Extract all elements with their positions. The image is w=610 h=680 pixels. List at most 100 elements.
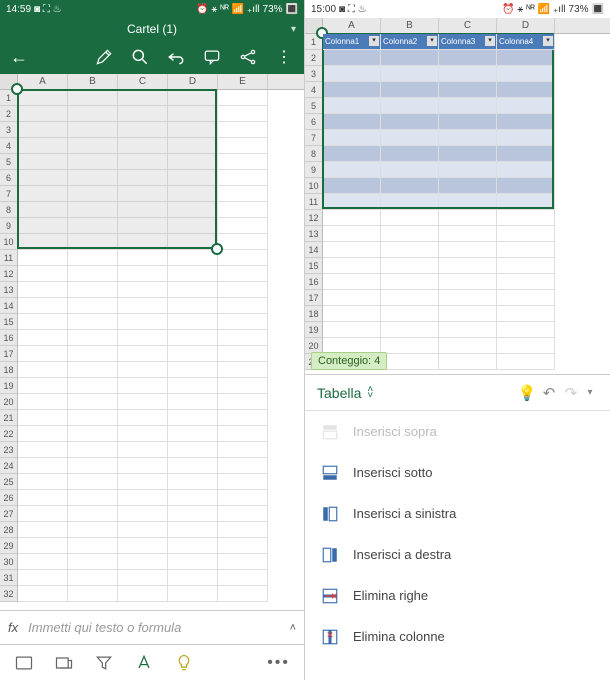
cell[interactable] [168,522,218,538]
cell[interactable] [323,146,381,162]
cell[interactable] [18,266,68,282]
cell[interactable] [18,122,68,138]
undo-icon[interactable]: ↶ [538,384,560,402]
row-header[interactable]: 9 [305,162,323,178]
cell[interactable] [218,442,268,458]
row-header[interactable]: 6 [305,114,323,130]
row-header[interactable]: 15 [305,258,323,274]
ideas-icon[interactable] [174,653,194,673]
cell[interactable] [497,82,555,98]
cell[interactable] [168,474,218,490]
table-header-cell[interactable]: Colonna2▾ [381,34,439,50]
cell[interactable] [168,138,218,154]
cell[interactable] [218,522,268,538]
cell[interactable] [218,250,268,266]
selection-handle-br[interactable] [211,243,223,255]
cell[interactable] [218,474,268,490]
row-header[interactable]: 23 [0,442,18,458]
cell[interactable] [68,362,118,378]
cell[interactable] [68,266,118,282]
cell[interactable] [18,570,68,586]
cell[interactable] [497,66,555,82]
cell[interactable] [68,154,118,170]
cell[interactable] [118,570,168,586]
cell[interactable] [168,570,218,586]
column-header[interactable]: A [18,74,68,89]
row-header[interactable]: 19 [305,322,323,338]
cell[interactable] [381,178,439,194]
row-header[interactable]: 13 [0,282,18,298]
cell[interactable] [323,274,381,290]
column-header[interactable]: D [497,18,555,33]
cell[interactable] [68,426,118,442]
cell[interactable] [381,354,439,370]
row-header[interactable]: 3 [305,66,323,82]
cell[interactable] [168,90,218,106]
edit-icon[interactable] [94,47,114,67]
cell[interactable] [18,330,68,346]
more-icon[interactable]: ⋮ [274,47,294,67]
highlight-icon[interactable] [134,653,154,673]
cell[interactable] [323,130,381,146]
row-header[interactable]: 7 [305,130,323,146]
row-header[interactable]: 3 [0,122,18,138]
cell[interactable] [118,154,168,170]
row-header[interactable]: 18 [305,306,323,322]
cell[interactable] [18,538,68,554]
cell[interactable] [68,346,118,362]
cell[interactable] [218,378,268,394]
menu-item-delete-rows[interactable]: Elimina righe [305,575,610,616]
ribbon-tab-label[interactable]: Tabella [317,385,361,401]
cell[interactable] [439,306,497,322]
row-header[interactable]: 7 [0,186,18,202]
cell[interactable] [18,426,68,442]
cell[interactable] [118,394,168,410]
cell[interactable] [323,322,381,338]
selection-handle-tl[interactable] [11,83,23,95]
cell[interactable] [218,586,268,602]
cell[interactable] [118,106,168,122]
cell[interactable] [68,314,118,330]
cell[interactable] [439,194,497,210]
cell[interactable] [168,378,218,394]
cell[interactable] [218,554,268,570]
cell[interactable] [118,90,168,106]
cell[interactable] [218,362,268,378]
cell[interactable] [68,170,118,186]
cell[interactable] [323,114,381,130]
cell[interactable] [168,202,218,218]
cell[interactable] [168,282,218,298]
cell[interactable] [323,242,381,258]
row-header[interactable]: 6 [0,170,18,186]
filter-dropdown-icon[interactable]: ▾ [427,36,437,46]
cell[interactable] [497,274,555,290]
cell[interactable] [118,234,168,250]
row-header[interactable]: 32 [0,586,18,602]
cell[interactable] [118,202,168,218]
cell[interactable] [381,226,439,242]
cell[interactable] [118,298,168,314]
table-header-cell[interactable]: Colonna3▾ [439,34,497,50]
row-header[interactable]: 17 [0,346,18,362]
cell[interactable] [68,538,118,554]
cell[interactable] [439,178,497,194]
row-header[interactable]: 14 [305,242,323,258]
row-header[interactable]: 5 [305,98,323,114]
cell[interactable] [218,186,268,202]
row-header[interactable]: 16 [0,330,18,346]
cell[interactable] [439,130,497,146]
row-header[interactable]: 17 [305,290,323,306]
cell[interactable] [497,194,555,210]
cell[interactable] [68,378,118,394]
cell[interactable] [497,338,555,354]
cell[interactable] [439,258,497,274]
row-header[interactable]: 31 [0,570,18,586]
cell[interactable] [381,82,439,98]
formula-bar[interactable]: fx Immetti qui testo o formula ˄ [0,610,304,644]
cell[interactable] [118,218,168,234]
cell[interactable] [381,66,439,82]
cell[interactable] [168,538,218,554]
cell[interactable] [381,98,439,114]
cell[interactable] [118,314,168,330]
cell[interactable] [68,506,118,522]
